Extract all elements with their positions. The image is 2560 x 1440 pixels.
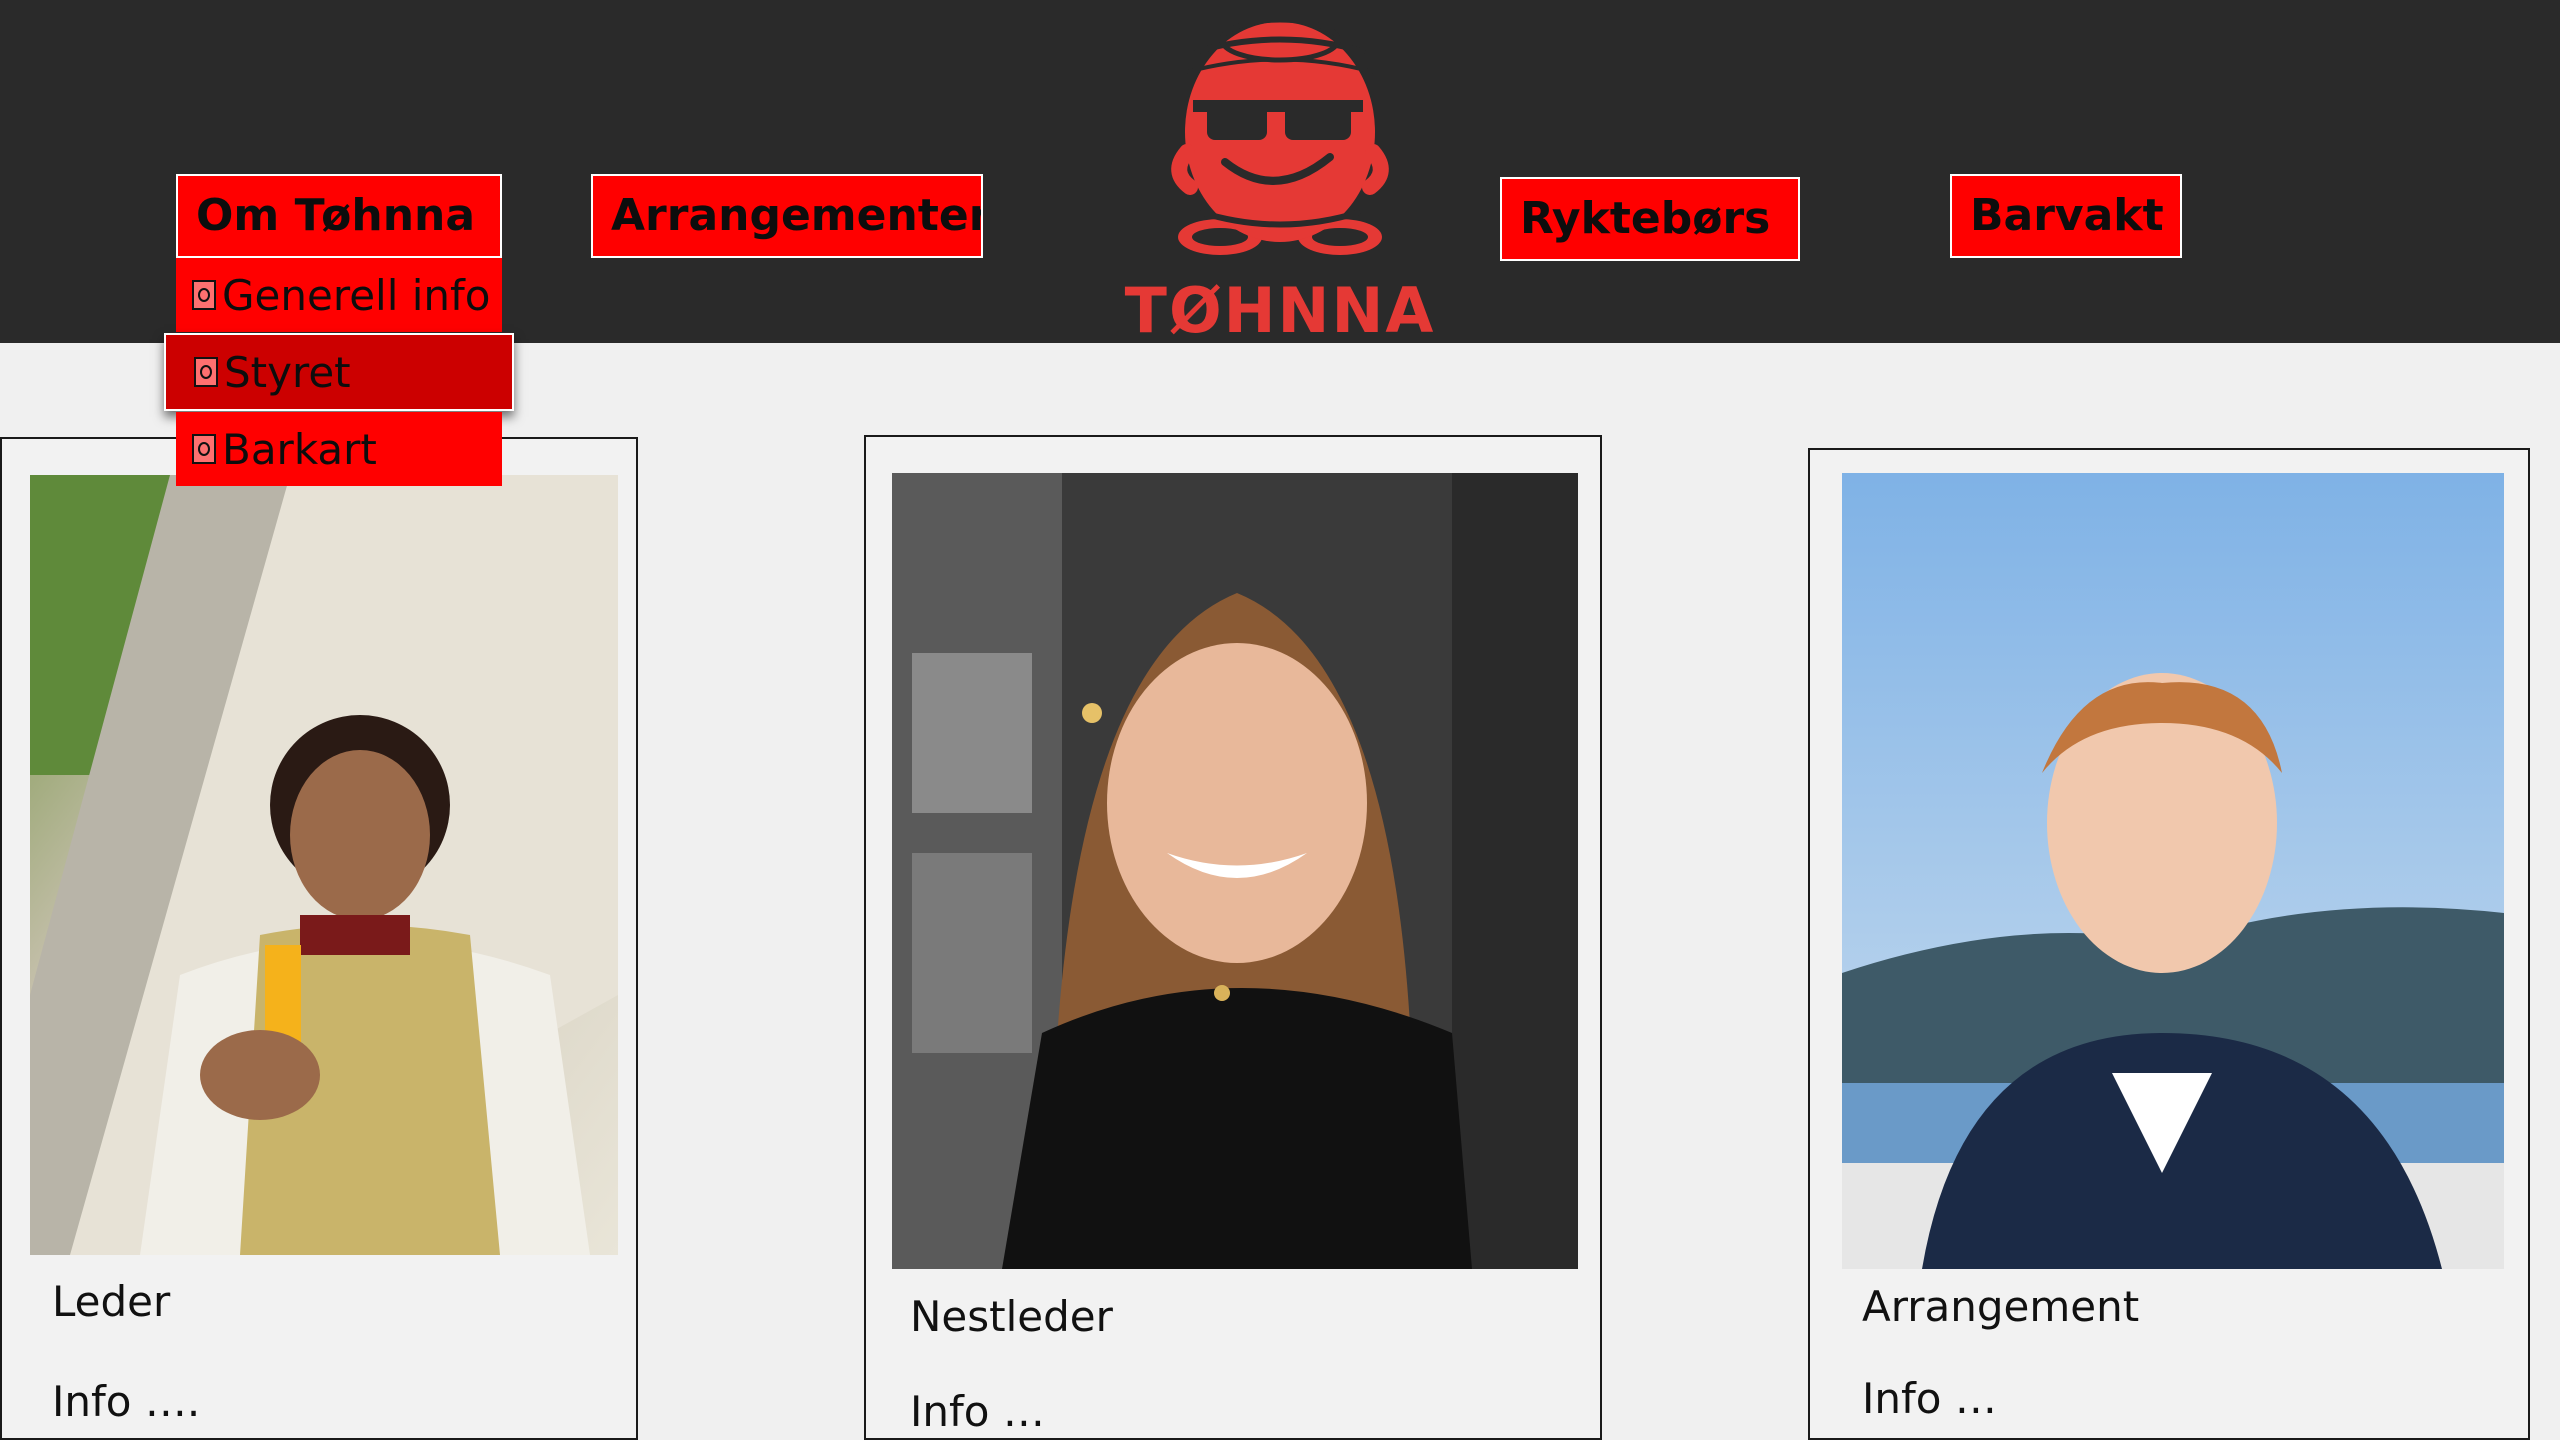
dropdown-item-barkart[interactable]: Barkart <box>176 412 502 486</box>
placeholder-glyph-icon <box>192 280 216 310</box>
dropdown-item-label: Generell info <box>222 270 491 320</box>
board-member-card-leder: Leder Info …. <box>0 437 638 1440</box>
nav-barvakt-button[interactable]: Barvakt <box>1950 174 2182 258</box>
member-info: Info …. <box>52 1377 201 1426</box>
dropdown-item-label: Styret <box>224 347 351 397</box>
dropdown-item-generell-info[interactable]: Generell info <box>176 258 502 332</box>
placeholder-glyph-icon <box>194 357 218 387</box>
board-member-card-arrangement: Arrangement Info … <box>1808 448 2530 1440</box>
barrel-mascot-icon <box>1171 17 1389 255</box>
member-role: Nestleder <box>910 1292 1113 1341</box>
member-role: Arrangement <box>1862 1282 2140 1331</box>
nav-om-tohnna-button[interactable]: Om Tøhnna <box>176 174 502 258</box>
member-role: Leder <box>52 1277 171 1326</box>
board-member-card-nestleder: Nestleder Info … <box>864 435 1602 1440</box>
member-photo <box>30 475 618 1255</box>
brand-wordmark: TØHNNA <box>1124 274 1436 347</box>
dropdown-item-styret[interactable]: Styret <box>164 333 514 411</box>
placeholder-glyph-icon <box>192 434 216 464</box>
member-info: Info … <box>910 1387 1045 1436</box>
tohnna-logo[interactable]: TØHNNA <box>1115 12 1445 347</box>
nav-arrangementer-button[interactable]: Arrangementer <box>591 174 983 258</box>
dropdown-item-label: Barkart <box>222 424 377 474</box>
nav-ryktebors-button[interactable]: Ryktebørs <box>1500 177 1800 261</box>
member-photo <box>1842 473 2504 1269</box>
member-info: Info … <box>1862 1374 1997 1423</box>
member-photo <box>892 473 1578 1269</box>
